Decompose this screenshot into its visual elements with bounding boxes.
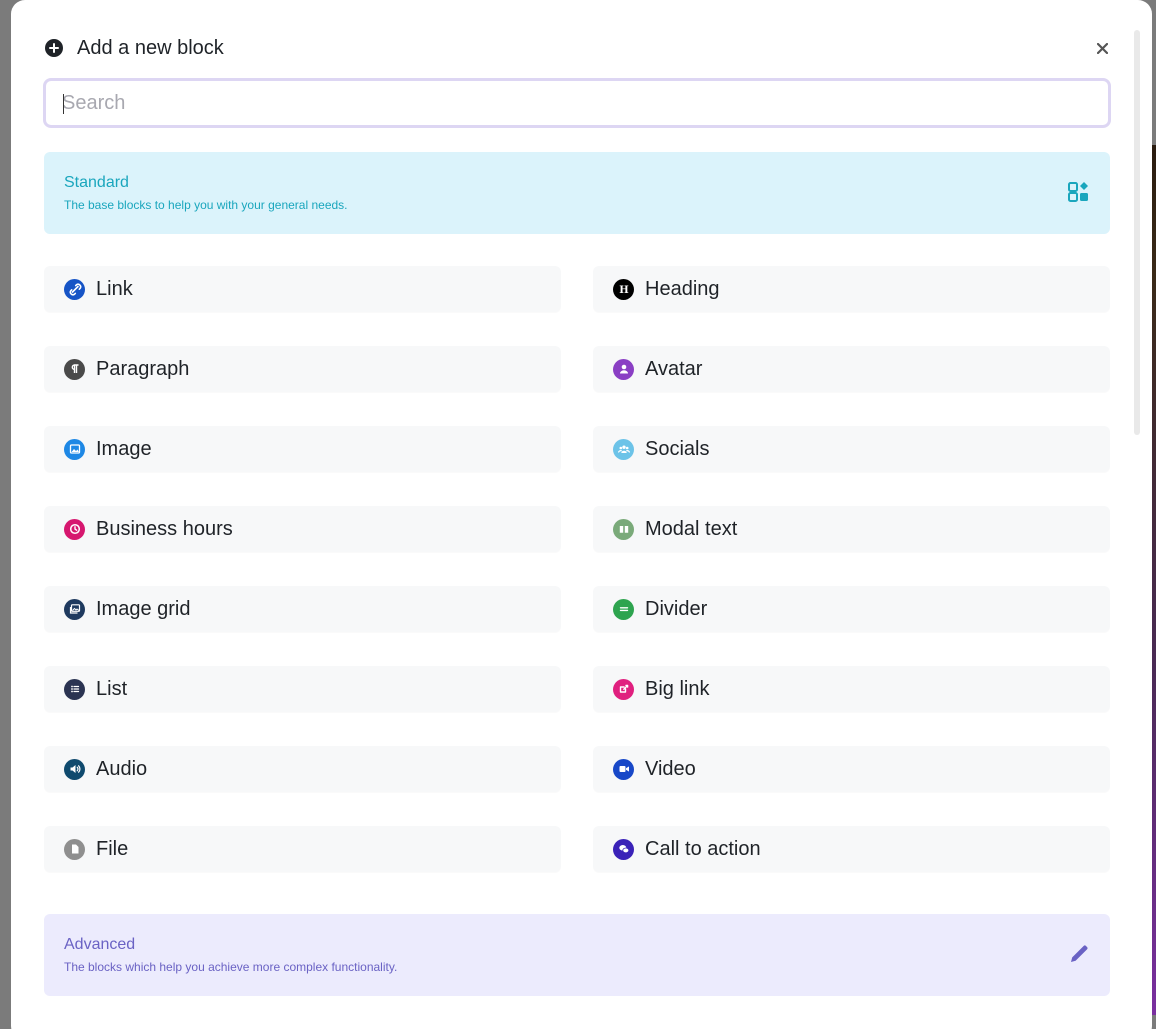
modal-scrollbar[interactable]: [1134, 30, 1140, 435]
modal-header: Add a new block: [45, 34, 1115, 62]
svg-text:H: H: [619, 285, 628, 296]
link-icon: [64, 278, 85, 300]
block-paragraph[interactable]: Paragraph: [44, 346, 561, 392]
block-label: Big link: [645, 677, 710, 700]
heading-icon: H: [613, 278, 634, 300]
block-video[interactable]: Video: [593, 746, 1110, 792]
external-link-icon: [613, 678, 634, 700]
block-list[interactable]: List: [44, 666, 561, 712]
block-link[interactable]: Link: [44, 266, 561, 312]
close-icon: [1096, 42, 1108, 54]
block-grid: Link H Heading Paragraph Avatar Image Socials B…: [44, 266, 1110, 872]
pencil-icon: [1071, 945, 1088, 962]
block-label: Link: [96, 277, 133, 300]
list-icon: [64, 678, 85, 700]
block-socials[interactable]: Socials: [593, 426, 1110, 472]
block-label: Modal text: [645, 517, 738, 540]
category-description: The blocks which help you achieve more c…: [64, 960, 398, 974]
block-big-link[interactable]: Big link: [593, 666, 1110, 712]
block-call-to-action[interactable]: Call to action: [593, 826, 1110, 872]
clock-icon: [64, 518, 85, 540]
block-label: Video: [645, 757, 696, 780]
divider-icon: [613, 598, 634, 620]
block-audio[interactable]: Audio: [44, 746, 561, 792]
images-icon: [64, 598, 85, 620]
paragraph-icon: [64, 358, 85, 380]
block-divider[interactable]: Divider: [593, 586, 1110, 632]
category-name: Standard: [64, 174, 129, 191]
block-modal-text[interactable]: Modal text: [593, 506, 1110, 552]
block-label: Avatar: [645, 357, 703, 380]
file-icon: [64, 838, 85, 860]
block-label: Image grid: [96, 597, 191, 620]
volume-icon: [64, 758, 85, 780]
category-name: Advanced: [64, 936, 136, 953]
block-label: List: [96, 677, 128, 700]
block-heading[interactable]: H Heading: [593, 266, 1110, 312]
block-label: Socials: [645, 437, 710, 460]
block-label: Divider: [645, 597, 708, 620]
block-image[interactable]: Image: [44, 426, 561, 472]
block-label: File: [96, 837, 129, 860]
text-caret: [63, 94, 64, 114]
users-icon: [613, 438, 634, 460]
category-description: The base blocks to help you with your ge…: [64, 198, 348, 212]
block-file[interactable]: File: [44, 826, 561, 872]
image-icon: [64, 438, 85, 460]
block-label: Heading: [645, 277, 720, 300]
category-standard[interactable]: Standard The base blocks to help you wit…: [44, 152, 1110, 234]
block-label: Call to action: [645, 837, 761, 860]
book-icon: [613, 518, 634, 540]
comments-icon: [613, 838, 634, 860]
block-business-hours[interactable]: Business hours: [44, 506, 561, 552]
blocks-icon: [1068, 182, 1088, 202]
block-image-grid[interactable]: Image grid: [44, 586, 561, 632]
search-input[interactable]: [62, 91, 1108, 115]
block-label: Business hours: [96, 517, 233, 540]
block-avatar[interactable]: Avatar: [593, 346, 1110, 392]
category-advanced[interactable]: Advanced The blocks which help you achie…: [44, 914, 1110, 996]
video-icon: [613, 758, 634, 780]
block-label: Audio: [96, 757, 148, 780]
user-icon: [613, 358, 634, 380]
search-box: [43, 78, 1111, 128]
block-label: Paragraph: [96, 357, 190, 380]
block-label: Image: [96, 437, 152, 460]
add-block-modal: Add a new block Standard The base blocks…: [11, 0, 1152, 1029]
plus-circle-icon: [45, 39, 63, 57]
modal-title: Add a new block: [77, 36, 224, 59]
close-button[interactable]: [1092, 38, 1112, 58]
